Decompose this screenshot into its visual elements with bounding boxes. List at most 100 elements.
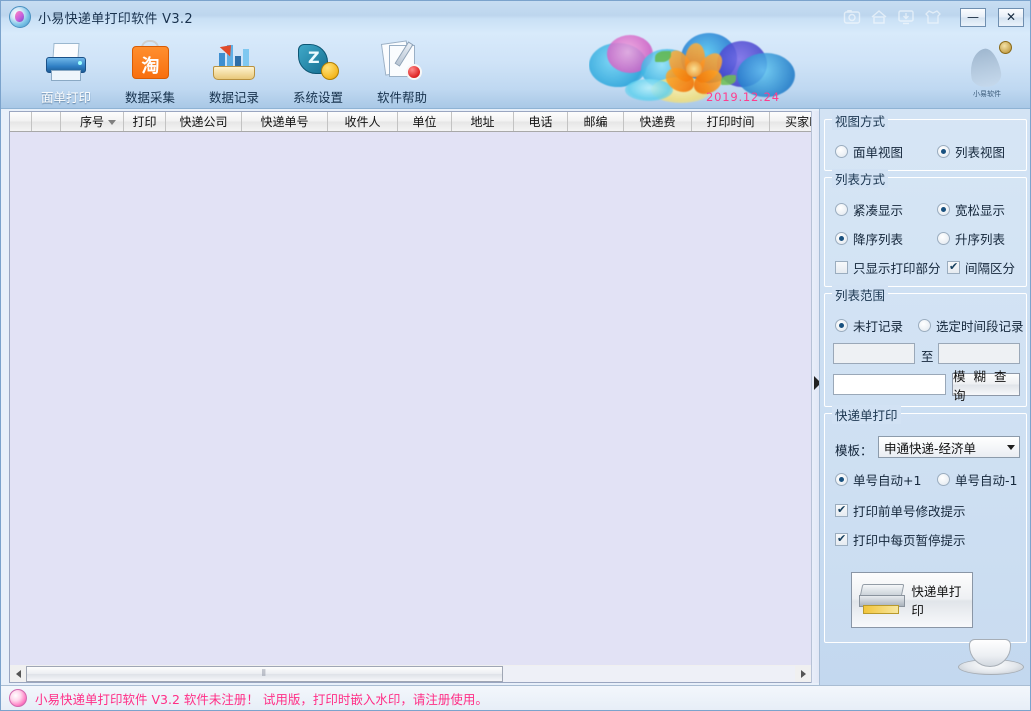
- radio-compact-display[interactable]: 紧凑显示: [835, 200, 903, 219]
- scrollbar-track[interactable]: ⦀: [26, 666, 795, 682]
- radio-icon: [835, 145, 848, 158]
- toolbar-item-datacollect[interactable]: 淘 数据采集: [108, 35, 192, 107]
- radio-number-decrement[interactable]: 单号自动-1: [937, 470, 1017, 489]
- grid-column-header-label: 打印时间: [706, 113, 754, 130]
- radio-icon: [937, 145, 950, 158]
- grid-column-header[interactable]: 打印时间: [692, 112, 770, 131]
- radio-icon: [918, 319, 931, 332]
- radio-label: 紧凑显示: [853, 200, 903, 219]
- toolbar-label: 面单打印: [41, 87, 91, 106]
- checkbox-prompt-before-print[interactable]: 打印前单号修改提示: [835, 501, 966, 520]
- grid-column-header[interactable]: 邮编: [568, 112, 624, 131]
- group-title: 快递单打印: [832, 405, 901, 424]
- grid-column-header[interactable]: 序号: [61, 112, 124, 131]
- group-view-mode: 视图方式 面单视图 列表视图: [824, 119, 1027, 171]
- toolbar-item-datarecord[interactable]: 数据记录: [192, 35, 276, 107]
- status-bar: 小易快递单打印软件 V3.2 软件未注册！ 试用版，打印时嵌入水印，请注册使用。: [1, 685, 1030, 710]
- radio-unprinted-records[interactable]: 未打记录: [835, 316, 903, 335]
- express-print-button[interactable]: 快递单打印: [851, 572, 973, 628]
- scroll-right-arrow-icon[interactable]: [795, 666, 811, 682]
- radio-number-increment[interactable]: 单号自动+1: [835, 470, 921, 489]
- grid-column-header[interactable]: 打印: [124, 112, 166, 131]
- options-side-panel: 视图方式 面单视图 列表视图 列表方式 紧凑显示 宽松显示: [819, 109, 1030, 685]
- horizontal-scrollbar[interactable]: ⦀: [9, 665, 812, 683]
- radio-ascending-list[interactable]: 升序列表: [937, 229, 1005, 248]
- group-title: 列表范围: [832, 285, 888, 304]
- grid-column-header[interactable]: 快递费: [624, 112, 692, 131]
- fuzzy-search-button[interactable]: 模 糊 查 询: [952, 373, 1020, 396]
- radio-label: 未打记录: [853, 316, 903, 335]
- keyword-search-input[interactable]: [833, 374, 946, 395]
- camera-icon[interactable]: [842, 8, 861, 27]
- toolbar-item-miandanprint[interactable]: 面单打印: [24, 35, 108, 107]
- checkbox-icon: [835, 533, 848, 546]
- grid-column-header-label: 单位: [412, 113, 436, 130]
- grid-column-header-label: 打印: [132, 113, 156, 130]
- toolbar-label: 软件帮助: [377, 87, 427, 106]
- grid-column-header-label: 序号: [80, 113, 104, 130]
- grid-column-header[interactable]: 电话: [514, 112, 568, 131]
- title-bar-icon-group: — ✕: [842, 8, 1030, 27]
- grid-column-header[interactable]: [32, 112, 61, 131]
- radio-label: 选定时间段记录: [936, 316, 1024, 335]
- grid-column-header-label: 快递单号: [260, 113, 308, 130]
- checkbox-pause-each-page[interactable]: 打印中每页暂停提示: [835, 530, 966, 549]
- grid-body[interactable]: [10, 132, 811, 682]
- checkbox-show-printed-only[interactable]: 只显示打印部分: [835, 258, 941, 277]
- date-to-input[interactable]: [938, 343, 1020, 364]
- between-label: 至: [921, 346, 934, 365]
- grid-column-header-label: 快递费: [639, 113, 675, 130]
- grid-column-header[interactable]: 收件人: [328, 112, 398, 131]
- checkbox-icon: [947, 261, 960, 274]
- radio-icon: [835, 203, 848, 216]
- grid-column-header[interactable]: [10, 112, 32, 131]
- app-logo-icon: [9, 689, 27, 707]
- radio-mianshan-view[interactable]: 面单视图: [835, 142, 903, 161]
- radio-icon: [835, 232, 848, 245]
- grid-column-header-label: 电话: [528, 113, 552, 130]
- radio-label: 列表视图: [955, 142, 1005, 161]
- minimize-button[interactable]: —: [960, 8, 986, 27]
- group-list-mode: 列表方式 紧凑显示 宽松显示 降序列表 升序列表 只显示打印部分: [824, 177, 1027, 287]
- help-pen-icon: [379, 38, 425, 84]
- radio-icon: [937, 203, 950, 216]
- scrollbar-grip-icon: ⦀: [262, 669, 267, 679]
- checkbox-icon: [835, 261, 848, 274]
- group-title: 视图方式: [832, 111, 888, 130]
- scrollbar-thumb[interactable]: ⦀: [26, 666, 503, 682]
- grid-column-header[interactable]: 快递单号: [242, 112, 328, 131]
- download-monitor-icon[interactable]: [896, 8, 915, 27]
- checkbox-label: 打印中每页暂停提示: [853, 530, 966, 549]
- radio-list-view[interactable]: 列表视图: [937, 142, 1005, 161]
- close-button[interactable]: ✕: [998, 8, 1024, 27]
- radio-label: 面单视图: [853, 142, 903, 161]
- date-from-input[interactable]: [833, 343, 915, 364]
- group-list-range: 列表范围 未打记录 选定时间段记录 至 模 糊 查 询: [824, 293, 1027, 407]
- grid-column-header-label: 地址: [470, 113, 494, 130]
- grid-header-row: 序号打印快递公司快递单号收件人单位地址电话邮编快递费打印时间买家ID订单: [10, 112, 811, 132]
- radio-loose-display[interactable]: 宽松显示: [937, 200, 1005, 219]
- radio-label: 降序列表: [853, 229, 903, 248]
- home-icon[interactable]: [869, 8, 888, 27]
- radio-descending-list[interactable]: 降序列表: [835, 229, 903, 248]
- toolbar-item-settings[interactable]: 系统设置: [276, 35, 360, 107]
- radio-selected-period-records[interactable]: 选定时间段记录: [918, 316, 1024, 335]
- chevron-down-icon[interactable]: [1002, 437, 1019, 457]
- grid-column-header-label: 收件人: [344, 113, 380, 130]
- scroll-left-arrow-icon[interactable]: [10, 666, 26, 682]
- radio-label: 单号自动-1: [955, 470, 1017, 489]
- grid-column-header[interactable]: 单位: [398, 112, 452, 131]
- grid-column-header[interactable]: 买家ID: [770, 112, 811, 131]
- title-bar: 小易快递单打印软件 V3.2 — ✕: [1, 1, 1030, 33]
- printer-icon: [43, 38, 89, 84]
- toolbar-item-help[interactable]: 软件帮助: [360, 35, 444, 107]
- status-message: 小易快递单打印软件 V3.2 软件未注册！ 试用版，打印时嵌入水印，请注册使用。: [35, 689, 488, 708]
- toolbar-label: 数据记录: [209, 87, 259, 106]
- grid-column-header[interactable]: 快递公司: [166, 112, 242, 131]
- banner-date: 2019.12.24: [706, 90, 780, 104]
- template-select[interactable]: 申通快递-经济单: [878, 436, 1020, 458]
- shirt-icon[interactable]: [923, 8, 942, 27]
- checkbox-alternate-rows[interactable]: 间隔区分: [947, 258, 1015, 277]
- template-label: 模板：: [835, 440, 873, 459]
- grid-column-header[interactable]: 地址: [452, 112, 514, 131]
